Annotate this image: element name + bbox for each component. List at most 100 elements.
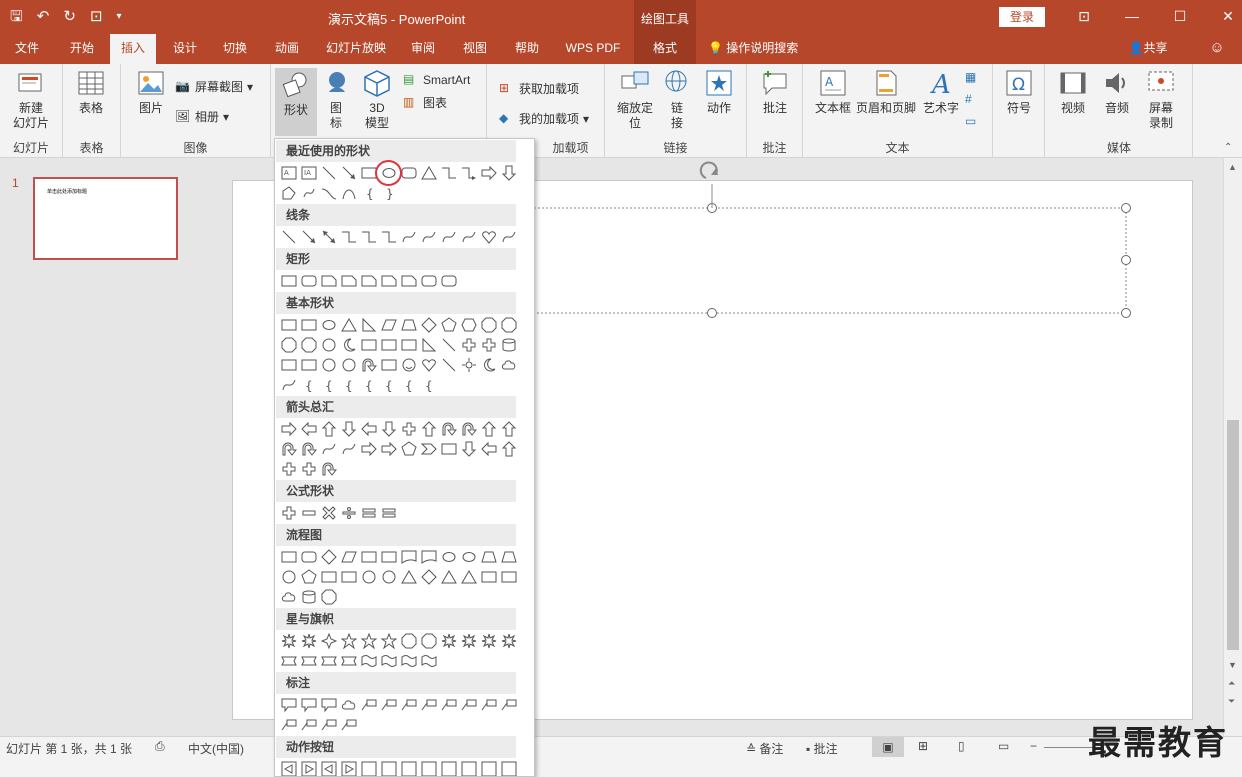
shapes-button[interactable]: 形状 [275,68,317,136]
rect-shape-icon[interactable] [299,315,319,335]
slide-sorter-icon[interactable]: ⊞ [918,739,928,753]
plus-shape-icon[interactable] [459,335,479,355]
star4-shape-icon[interactable] [319,631,339,651]
save-icon[interactable]: 🖫 [10,7,23,27]
line-shape-icon[interactable] [279,227,299,247]
rect-shape-icon[interactable] [399,335,419,355]
vertical-scrollbar[interactable]: ▲ ▼ ⏶ ⏷ [1223,158,1242,736]
circle-shape-icon[interactable] [279,567,299,587]
cyl-shape-icon[interactable] [299,587,319,607]
plus-shape-icon[interactable] [399,419,419,439]
times-shape-icon[interactable] [319,503,339,523]
elbow-connector-shape-icon[interactable] [439,163,459,183]
snip-shape-icon[interactable] [339,271,359,291]
uarrow-shape-icon[interactable] [319,419,339,439]
darrow-shape-icon[interactable] [379,419,399,439]
octo-shape-icon[interactable] [279,335,299,355]
linecall-shape-icon[interactable] [279,715,299,735]
photo-album-button[interactable]: 🖼 相册 ▾ [175,108,229,125]
spellcheck-icon[interactable]: ⎙ [155,739,165,754]
cloud-shape-icon[interactable] [339,695,359,715]
curve-shape-icon[interactable] [499,227,519,247]
snip-shape-icon[interactable] [319,271,339,291]
wave-shape-icon[interactable] [379,651,399,671]
plus-shape-icon[interactable] [479,335,499,355]
sun-shape-icon[interactable] [459,355,479,375]
octo-shape-icon[interactable] [399,631,419,651]
rrect-shape-icon[interactable] [299,271,319,291]
arrowline-shape-icon[interactable] [299,227,319,247]
smartart-button[interactable]: ▤ SmartArt [403,72,470,88]
rtri-shape-icon[interactable] [359,315,379,335]
scroll-down-icon[interactable]: ▼ [1228,660,1237,670]
diamond-shape-icon[interactable] [419,315,439,335]
elbow-shape-icon[interactable] [339,227,359,247]
curve-shape-icon[interactable] [399,227,419,247]
brace-shape-icon[interactable]: { [339,375,359,395]
banner-shape-icon[interactable] [339,651,359,671]
hex-shape-icon[interactable] [459,315,479,335]
textbox-shape-icon[interactable]: A [279,163,299,183]
right-arrow-shape-icon[interactable] [479,163,499,183]
elbow-arrow-connector-shape-icon[interactable] [459,163,479,183]
burst-shape-icon[interactable] [499,631,519,651]
scrollbar-thumb[interactable] [1227,420,1239,650]
linecall-shape-icon[interactable] [359,695,379,715]
rect-shape-icon[interactable] [299,355,319,375]
btn-shape-icon[interactable] [399,759,419,776]
chart-button[interactable]: ▥ 图表 [403,94,447,111]
callout-shape-icon[interactable] [299,695,319,715]
rect-shape-icon[interactable] [279,315,299,335]
btn-shape-icon[interactable] [479,759,499,776]
octo-shape-icon[interactable] [419,631,439,651]
burst-shape-icon[interactable] [279,631,299,651]
brace-shape-icon[interactable]: { [299,375,319,395]
rarrow-shape-icon[interactable] [279,419,299,439]
smiley-feedback-icon[interactable]: ☺ [1204,34,1230,64]
rect-shape-icon[interactable] [379,355,399,375]
slideshow-start-icon[interactable]: ⊡ [90,7,103,27]
cloud-shape-icon[interactable] [499,355,519,375]
notes-button[interactable]: ≙ 备注 [746,740,783,757]
uturn-shape-icon[interactable] [359,355,379,375]
slide-number-icon[interactable]: # [965,92,981,108]
snip-shape-icon[interactable] [399,271,419,291]
curve-shape-icon[interactable] [419,227,439,247]
next-slide-icon[interactable]: ⏷ [1228,696,1235,707]
customize-qat-icon[interactable]: ▾ [117,7,122,27]
tri-shape-icon[interactable] [339,315,359,335]
rect-shape-icon[interactable] [279,547,299,567]
elbow-shape-icon[interactable] [359,227,379,247]
3d-models-button[interactable]: 3D 模型 [357,68,397,131]
banner-shape-icon[interactable] [319,651,339,671]
resize-handle[interactable] [707,308,717,318]
oval-shape-icon[interactable] [319,315,339,335]
uarrow-shape-icon[interactable] [419,419,439,439]
btn-shape-icon[interactable] [379,759,399,776]
scribble-shape-icon[interactable] [299,183,319,203]
star5-shape-icon[interactable] [359,631,379,651]
wave-shape-icon[interactable] [359,651,379,671]
linecall-shape-icon[interactable] [319,715,339,735]
screenshot-button[interactable]: 📷 屏幕截图 ▾ [175,78,253,95]
zoom-button[interactable]: 缩放定 位 [613,68,657,131]
chevron-shape-icon[interactable] [419,439,439,459]
btnplay-shape-icon[interactable] [299,759,319,776]
date-time-icon[interactable]: ▦ [965,70,981,86]
reading-view-icon[interactable]: ▯ [958,739,965,753]
wave-shape-icon[interactable] [399,651,419,671]
trap-shape-icon[interactable] [499,547,519,567]
smile-shape-icon[interactable] [399,355,419,375]
octo-shape-icon[interactable] [319,587,339,607]
rect-shape-icon[interactable] [379,547,399,567]
object-icon[interactable]: ▭ [965,114,981,130]
rect-shape-icon[interactable] [379,335,399,355]
tab-format[interactable]: 格式 [634,34,696,64]
scroll-up-icon[interactable]: ▲ [1228,162,1237,172]
para-shape-icon[interactable] [339,547,359,567]
rect-shape-icon[interactable] [359,547,379,567]
rrect-shape-icon[interactable] [299,547,319,567]
dblarrow-shape-icon[interactable] [319,227,339,247]
btnprev-shape-icon[interactable] [319,759,339,776]
rect-shape-icon[interactable] [279,271,299,291]
